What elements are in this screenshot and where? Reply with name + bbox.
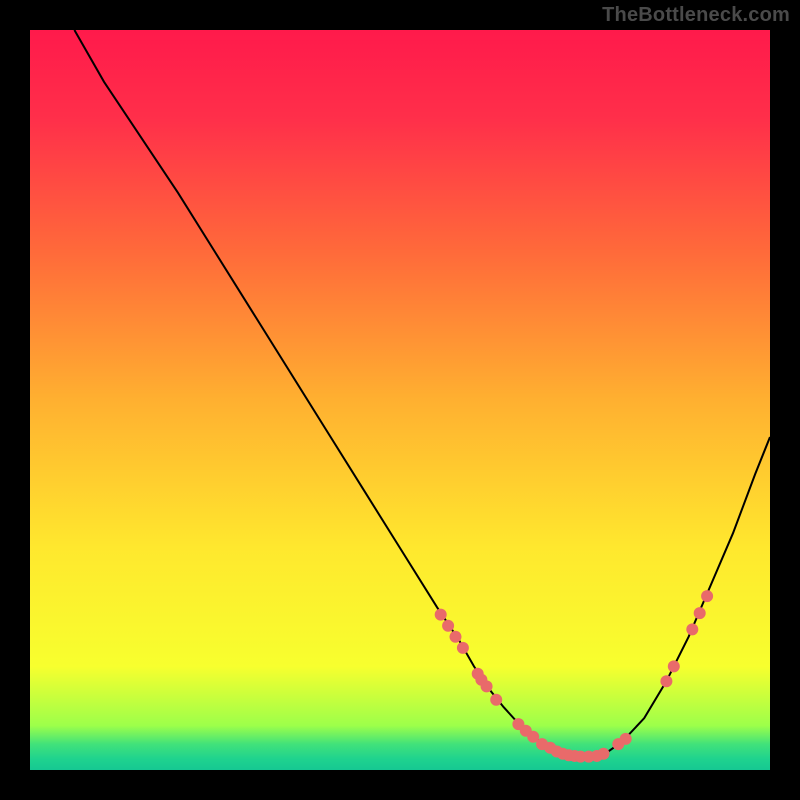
data-marker: [620, 733, 632, 745]
watermark-label: TheBottleneck.com: [602, 4, 790, 27]
data-marker: [686, 623, 698, 635]
data-marker: [668, 660, 680, 672]
data-marker: [481, 680, 493, 692]
data-marker: [701, 590, 713, 602]
data-marker: [442, 620, 454, 632]
data-marker: [490, 694, 502, 706]
plot-area: [30, 30, 770, 770]
data-marker: [457, 642, 469, 654]
chart-frame: TheBottleneck.com: [0, 0, 800, 800]
data-marker: [660, 675, 672, 687]
gradient-background: [30, 30, 770, 770]
data-marker: [598, 748, 610, 760]
data-marker: [435, 609, 447, 621]
bottleneck-chart: [30, 30, 770, 770]
data-marker: [694, 607, 706, 619]
data-marker: [450, 631, 462, 643]
